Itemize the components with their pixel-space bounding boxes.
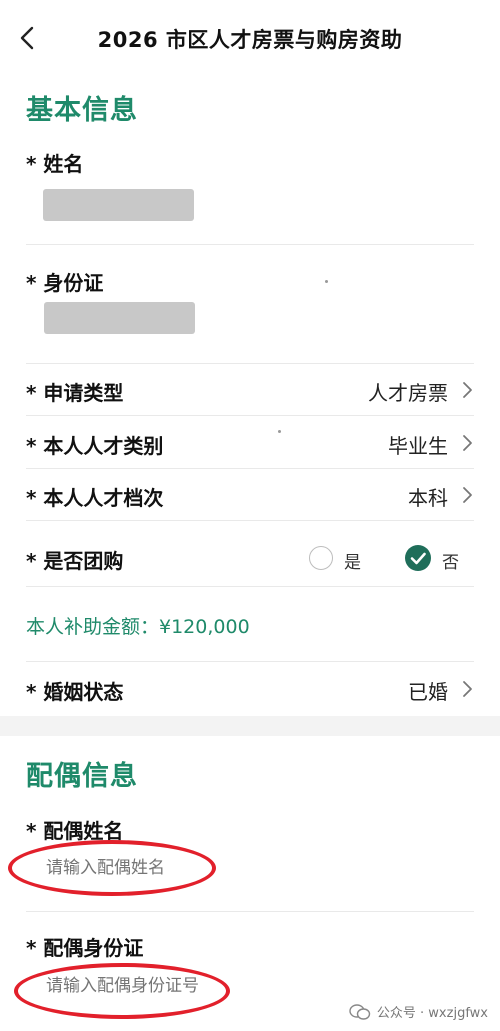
speck bbox=[325, 280, 328, 283]
apply-type-label: * 申请类型 bbox=[26, 381, 124, 405]
talent-level-value: 本科 bbox=[408, 486, 448, 510]
watermark: 公众号 · wxzjgfwx bbox=[349, 1002, 488, 1021]
id-label: * 身份证 bbox=[26, 271, 104, 295]
divider bbox=[26, 586, 474, 587]
talent-category-label: * 本人人才类别 bbox=[26, 434, 164, 458]
radio-no[interactable] bbox=[405, 545, 431, 571]
name-value-masked bbox=[43, 189, 194, 221]
subsidy-amount: 本人补助金额：¥120,000 bbox=[26, 616, 250, 638]
section-title-spouse: 配偶信息 bbox=[26, 761, 138, 792]
speck bbox=[278, 430, 281, 433]
radio-no-label: 否 bbox=[442, 553, 459, 573]
page-title: 2026 市区人才房票与购房资助 bbox=[97, 28, 403, 52]
group-buy-label: * 是否团购 bbox=[26, 549, 124, 573]
divider bbox=[26, 415, 474, 416]
talent-level-label: * 本人人才档次 bbox=[26, 486, 164, 510]
id-value-masked bbox=[44, 302, 195, 334]
radio-yes[interactable] bbox=[309, 546, 333, 570]
divider bbox=[26, 661, 474, 662]
annotation-circle bbox=[8, 840, 216, 896]
back-button[interactable] bbox=[14, 22, 42, 54]
apply-type-value: 人才房票 bbox=[368, 381, 448, 405]
wechat-icon bbox=[349, 1003, 371, 1020]
divider bbox=[26, 468, 474, 469]
chevron-right-icon bbox=[463, 681, 472, 697]
divider bbox=[26, 520, 474, 521]
annotation-circle bbox=[14, 963, 230, 1019]
spouse-id-label: * 配偶身份证 bbox=[26, 936, 144, 960]
section-title-basic: 基本信息 bbox=[26, 95, 138, 126]
divider bbox=[26, 244, 474, 245]
nav-bar: 2026 市区人才房票与购房资助 bbox=[0, 0, 500, 76]
name-label: * 姓名 bbox=[26, 152, 84, 176]
radio-yes-label: 是 bbox=[344, 553, 361, 573]
divider bbox=[26, 363, 474, 364]
section-gap bbox=[0, 716, 500, 736]
chevron-left-icon bbox=[20, 26, 34, 50]
marital-status-value: 已婚 bbox=[408, 680, 448, 704]
chevron-right-icon bbox=[463, 435, 472, 451]
divider bbox=[26, 911, 474, 912]
watermark-text: 公众号 · wxzjgfwx bbox=[376, 1006, 488, 1021]
talent-category-value: 毕业生 bbox=[388, 434, 448, 458]
marital-status-label: * 婚姻状态 bbox=[26, 680, 124, 704]
chevron-right-icon bbox=[463, 382, 472, 398]
check-icon bbox=[410, 552, 426, 565]
chevron-right-icon bbox=[463, 487, 472, 503]
